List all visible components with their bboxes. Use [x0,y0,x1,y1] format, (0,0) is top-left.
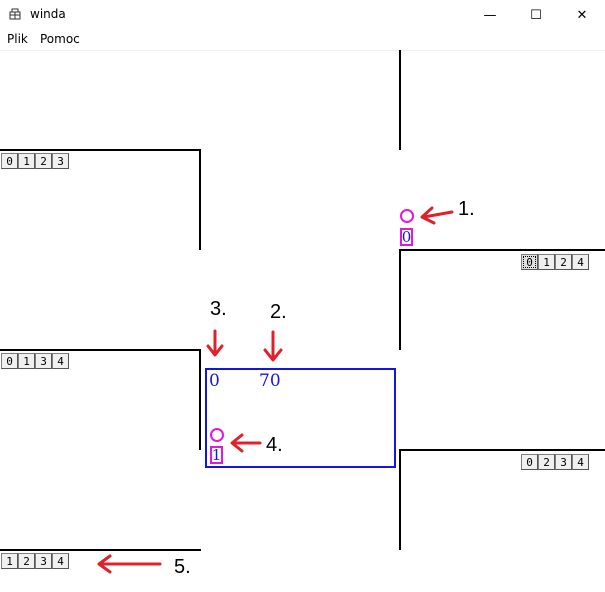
annotation-4: 4. [266,434,283,456]
annotation-3: 3. [210,298,227,320]
arrow-3 [206,329,224,357]
annotation-5: 5. [174,556,191,578]
annotation-arrows [97,206,454,574]
annotation-1: 1. [458,198,475,220]
arrow-4 [230,433,262,453]
arrow-1 [420,206,454,225]
arrow-5 [97,554,162,574]
annotation-2: 2. [270,301,287,323]
arrow-2 [263,330,283,362]
